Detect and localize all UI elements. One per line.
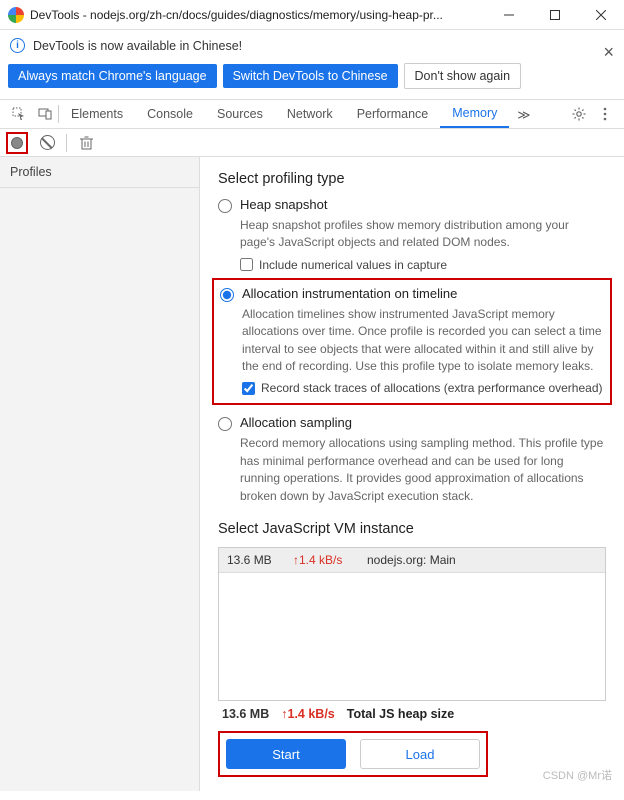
total-rate: ↑1.4 kB/s: [281, 707, 335, 721]
switch-devtools-button[interactable]: Switch DevTools to Chinese: [223, 64, 398, 88]
tabs-overflow-icon[interactable]: ≫: [509, 107, 538, 122]
start-button[interactable]: Start: [226, 739, 346, 769]
vm-instance-row[interactable]: 13.6 MB ↑1.4 kB/s nodejs.org: Main: [219, 548, 605, 573]
chk-include-numerical[interactable]: Include numerical values in capture: [240, 258, 606, 272]
label-allocation-sampling: Allocation sampling: [240, 415, 352, 430]
checkbox-include-numerical[interactable]: [240, 258, 253, 271]
radio-allocation-timeline[interactable]: [220, 288, 234, 302]
memory-main-panel: Select profiling type Heap snapshot Heap…: [200, 157, 624, 791]
total-label: Total JS heap size: [347, 707, 454, 721]
label-heap-snapshot: Heap snapshot: [240, 197, 327, 212]
settings-gear-icon[interactable]: [566, 107, 592, 121]
match-language-button[interactable]: Always match Chrome's language: [8, 64, 217, 88]
vm-name: nodejs.org: Main: [367, 553, 456, 567]
vm-rate: ↑1.4 kB/s: [293, 553, 357, 567]
desc-heap-snapshot: Heap snapshot profiles show memory distr…: [240, 217, 606, 252]
profiles-sidebar: Profiles: [0, 157, 200, 791]
tab-sources[interactable]: Sources: [205, 100, 275, 128]
kebab-menu-icon[interactable]: [592, 107, 618, 121]
radio-allocation-sampling[interactable]: [218, 417, 232, 431]
panel-tabs: Elements Console Sources Network Perform…: [0, 99, 624, 129]
tab-console[interactable]: Console: [135, 100, 205, 128]
load-button[interactable]: Load: [360, 739, 480, 769]
totals-row: 13.6 MB ↑1.4 kB/s Total JS heap size: [218, 701, 606, 727]
sidebar-header: Profiles: [0, 157, 199, 188]
record-button[interactable]: [6, 132, 28, 154]
tab-elements[interactable]: Elements: [59, 100, 135, 128]
option-heap-snapshot[interactable]: Heap snapshot: [218, 197, 606, 213]
clear-button[interactable]: [36, 132, 58, 154]
window-minimize-button[interactable]: [486, 0, 532, 30]
info-icon: i: [10, 38, 25, 53]
device-toolbar-icon[interactable]: [32, 107, 58, 121]
watermark: CSDN @Mr诺: [543, 767, 612, 783]
tab-memory[interactable]: Memory: [440, 100, 509, 128]
tab-performance[interactable]: Performance: [345, 100, 441, 128]
inspect-element-icon[interactable]: [6, 107, 32, 121]
infobar-close-button[interactable]: ×: [603, 42, 614, 63]
action-buttons-highlight: Start Load: [218, 731, 488, 777]
memory-toolbar: [0, 129, 624, 157]
tab-network[interactable]: Network: [275, 100, 345, 128]
highlight-allocation-timeline: Allocation instrumentation on timeline A…: [212, 278, 612, 406]
chrome-logo-icon: [8, 7, 24, 23]
window-title: DevTools - nodejs.org/zh-cn/docs/guides/…: [30, 8, 443, 22]
desc-allocation-timeline: Allocation timelines show instrumented J…: [242, 306, 604, 376]
vm-instance-heading: Select JavaScript VM instance: [218, 521, 606, 537]
infobar: i DevTools is now available in Chinese! …: [0, 30, 624, 61]
infobar-message: DevTools is now available in Chinese!: [33, 39, 242, 53]
separator: [66, 134, 67, 152]
window-close-button[interactable]: [578, 0, 624, 30]
infobar-buttons: Always match Chrome's language Switch De…: [0, 61, 624, 99]
vm-instance-list: 13.6 MB ↑1.4 kB/s nodejs.org: Main: [218, 547, 606, 701]
option-allocation-timeline[interactable]: Allocation instrumentation on timeline: [220, 286, 604, 302]
checkbox-record-stack-traces[interactable]: [242, 382, 255, 395]
radio-heap-snapshot[interactable]: [218, 199, 232, 213]
option-allocation-sampling[interactable]: Allocation sampling: [218, 415, 606, 431]
vm-size: 13.6 MB: [227, 553, 283, 567]
dont-show-again-button[interactable]: Don't show again: [404, 63, 522, 89]
window-maximize-button[interactable]: [532, 0, 578, 30]
chk-record-stack-traces[interactable]: Record stack traces of allocations (extr…: [242, 381, 604, 395]
delete-icon[interactable]: [75, 132, 97, 154]
profiling-type-heading: Select profiling type: [218, 171, 606, 187]
label-allocation-timeline: Allocation instrumentation on timeline: [242, 286, 457, 301]
total-size: 13.6 MB: [222, 707, 269, 721]
window-titlebar: DevTools - nodejs.org/zh-cn/docs/guides/…: [0, 0, 624, 30]
desc-allocation-sampling: Record memory allocations using sampling…: [240, 435, 606, 505]
